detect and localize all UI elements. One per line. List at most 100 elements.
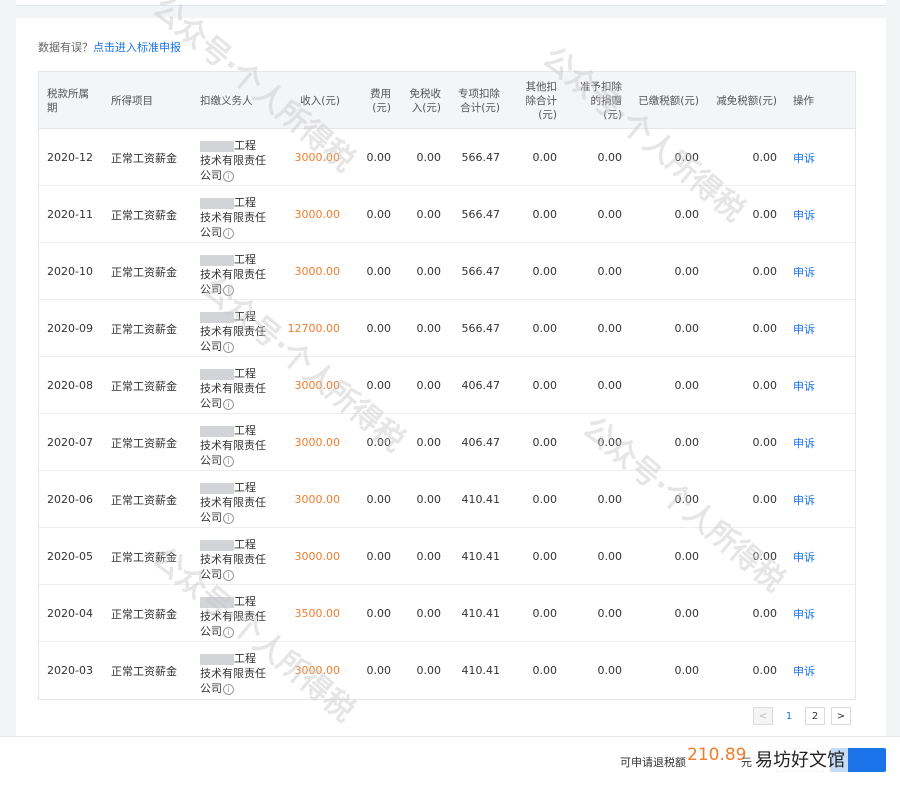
income-detail-card: 数据有误？点击进入标准申报 税款所属期 所得项目 扣缴义务人 收入(元) 费用(…: [16, 18, 886, 736]
item-cell: 正常工资薪金: [111, 208, 177, 222]
withholder-cell: 工程 技术有限责任 公司 i: [200, 528, 280, 585]
data-error-notice: 数据有误？点击进入标准申报: [38, 39, 181, 55]
info-icon[interactable]: i: [223, 341, 234, 353]
reduced-cell: 0.00: [752, 664, 778, 677]
donation-cell: 0.00: [597, 664, 623, 677]
donation-cell: 0.00: [597, 208, 623, 221]
donation-cell: 0.00: [597, 436, 623, 449]
col-other: 其他扣除合计(元): [525, 80, 558, 121]
standard-declaration-link[interactable]: 点击进入标准申报: [93, 41, 181, 54]
item-cell: 正常工资薪金: [111, 550, 177, 564]
special-cell: 566.47: [461, 265, 501, 278]
table-row: 2020-11 正常工资薪金 3000.00 0.00 0.00 566.47 0.00 0.…: [39, 186, 855, 243]
company-name-part: 技术有限责任: [200, 268, 266, 281]
taxfree-cell: 0.00: [416, 550, 442, 563]
appeal-link[interactable]: 申诉: [793, 300, 833, 357]
company-name-part: 工程: [234, 652, 256, 665]
company-name-part: 技术有限责任: [200, 610, 266, 623]
paid-cell: 0.00: [674, 208, 700, 221]
expense-cell: 0.00: [366, 208, 392, 221]
income-cell: 3000.00: [294, 664, 341, 677]
info-icon[interactable]: i: [223, 284, 234, 296]
info-icon[interactable]: i: [223, 455, 234, 467]
next-page-button[interactable]: >: [831, 707, 851, 725]
appeal-link[interactable]: 申诉: [793, 642, 833, 699]
other-cell: 0.00: [532, 607, 558, 620]
appeal-link[interactable]: 申诉: [793, 585, 833, 642]
appeal-link[interactable]: 申诉: [793, 243, 833, 300]
withholder-cell: 工程 技术有限责任 公司 i: [200, 357, 280, 414]
appeal-link[interactable]: 申诉: [793, 129, 833, 186]
income-cell: 3000.00: [294, 208, 341, 221]
appeal-link[interactable]: 申诉: [793, 414, 833, 471]
taxfree-cell: 0.00: [416, 607, 442, 620]
reduced-cell: 0.00: [752, 151, 778, 164]
col-reduced: 减免税额(元): [716, 94, 777, 107]
col-income: 收入(元): [300, 94, 340, 107]
other-cell: 0.00: [532, 151, 558, 164]
taxfree-cell: 0.00: [416, 265, 442, 278]
taxfree-cell: 0.00: [416, 436, 442, 449]
income-cell: 3000.00: [294, 265, 341, 278]
col-item: 所得项目: [111, 94, 153, 107]
reduced-cell: 0.00: [752, 436, 778, 449]
income-cell: 3000.00: [294, 550, 341, 563]
withholder-cell: 工程 技术有限责任 公司 i: [200, 471, 280, 528]
expense-cell: 0.00: [366, 322, 392, 335]
company-name-part: 技术有限责任: [200, 496, 266, 509]
period-cell: 2020-03: [47, 664, 93, 677]
company-name-part: 公司: [200, 511, 222, 524]
appeal-link[interactable]: 申诉: [793, 528, 833, 585]
company-name-part: 公司: [200, 625, 222, 638]
expense-cell: 0.00: [366, 493, 392, 506]
company-name-part: 工程: [234, 139, 256, 152]
item-cell: 正常工资薪金: [111, 151, 177, 165]
col-action: 操作: [793, 94, 814, 107]
page-1-button[interactable]: 1: [779, 707, 799, 725]
col-expense: 费用(元): [370, 87, 391, 114]
table-body: 2020-12 正常工资薪金 3000.00 0.00 0.00 566.47 0.00 0.…: [39, 129, 855, 699]
company-name-part: 公司: [200, 340, 222, 353]
period-cell: 2020-11: [47, 208, 93, 221]
income-cell: 3000.00: [294, 151, 341, 164]
company-name-part: 公司: [200, 454, 222, 467]
company-name-part: 工程: [234, 424, 256, 437]
company-name-part: 公司: [200, 169, 222, 182]
info-icon[interactable]: i: [223, 569, 234, 581]
prev-page-button[interactable]: <: [753, 707, 773, 725]
col-period: 税款所属期: [47, 87, 89, 114]
item-cell: 正常工资薪金: [111, 379, 177, 393]
info-icon[interactable]: i: [223, 227, 234, 239]
withholder-cell: 工程 技术有限责任 公司 i: [200, 642, 280, 699]
special-cell: 410.41: [461, 493, 501, 506]
redacted-name: [200, 197, 234, 209]
expense-cell: 0.00: [366, 550, 392, 563]
period-cell: 2020-05: [47, 550, 93, 563]
redacted-name: [200, 482, 234, 494]
income-cell: 3500.00: [294, 607, 341, 620]
company-name-part: 公司: [200, 397, 222, 410]
info-icon[interactable]: i: [223, 512, 234, 524]
special-cell: 406.47: [461, 379, 501, 392]
table-row: 2020-05 正常工资薪金 3000.00 0.00 0.00 410.41 0.00 0.…: [39, 528, 855, 585]
info-icon[interactable]: i: [223, 683, 234, 695]
special-cell: 410.41: [461, 607, 501, 620]
company-name-part: 公司: [200, 568, 222, 581]
info-icon[interactable]: i: [223, 626, 234, 638]
info-icon[interactable]: i: [223, 398, 234, 410]
appeal-link[interactable]: 申诉: [793, 186, 833, 243]
company-name-part: 技术有限责任: [200, 553, 266, 566]
appeal-link[interactable]: 申诉: [793, 357, 833, 414]
refund-amount: 210.89: [687, 745, 747, 765]
refund-label: 可申请退税额: [620, 756, 686, 769]
special-cell: 566.47: [461, 151, 501, 164]
appeal-link[interactable]: 申诉: [793, 471, 833, 528]
info-icon[interactable]: i: [223, 170, 234, 182]
paid-cell: 0.00: [674, 379, 700, 392]
taxfree-cell: 0.00: [416, 664, 442, 677]
company-name-part: 工程: [234, 196, 256, 209]
other-cell: 0.00: [532, 664, 558, 677]
page-2-button[interactable]: 2: [805, 707, 825, 725]
company-name-part: 公司: [200, 283, 222, 296]
company-name-part: 工程: [234, 595, 256, 608]
